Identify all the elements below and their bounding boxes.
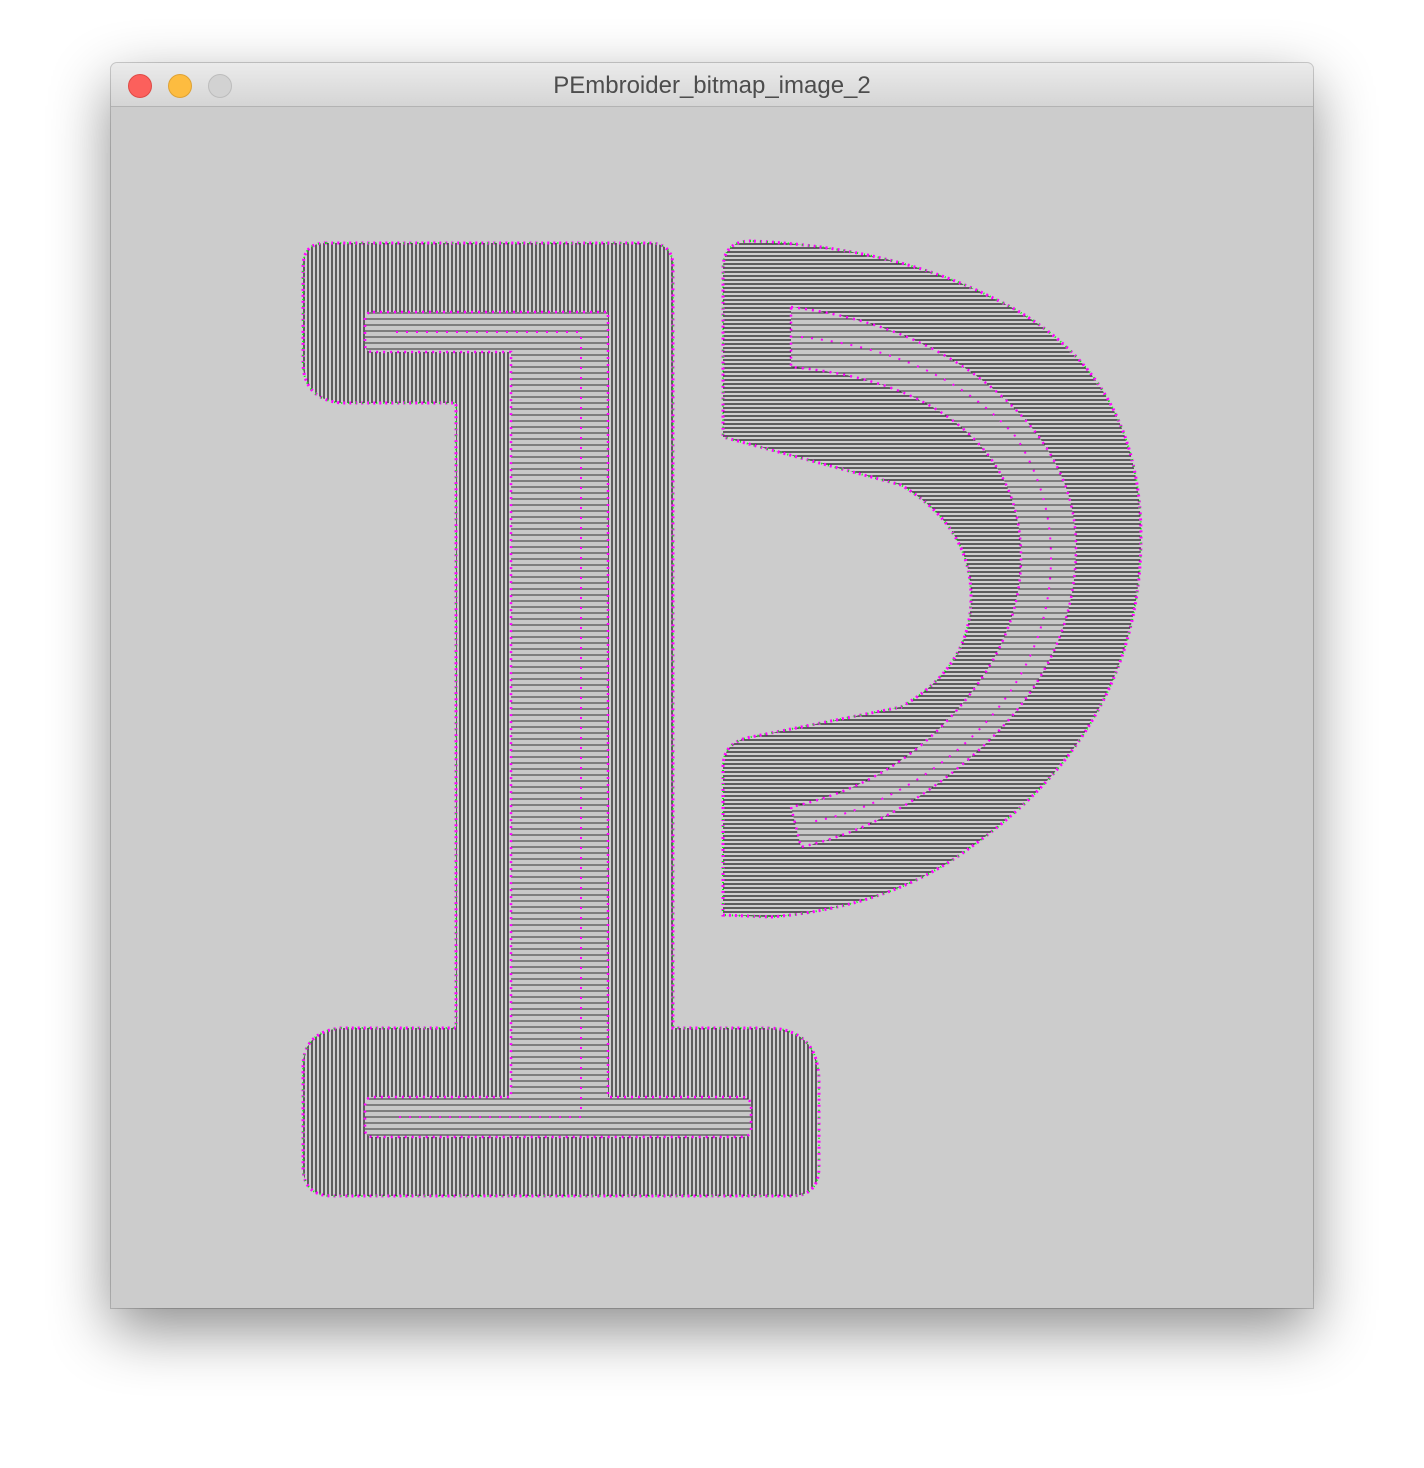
- window-title: PEmbroider_bitmap_image_2: [553, 72, 871, 99]
- glyph-p-outer-satin: [721, 239, 1143, 919]
- sketch-canvas[interactable]: [111, 107, 1313, 1308]
- glyph-p: [721, 239, 1143, 919]
- app-window: PEmbroider_bitmap_image_2: [111, 63, 1313, 1308]
- glyph-one-inner-fill: [363, 310, 753, 1139]
- embroidery-stitch-render: [301, 239, 1143, 1198]
- title-bar[interactable]: PEmbroider_bitmap_image_2: [111, 63, 1313, 107]
